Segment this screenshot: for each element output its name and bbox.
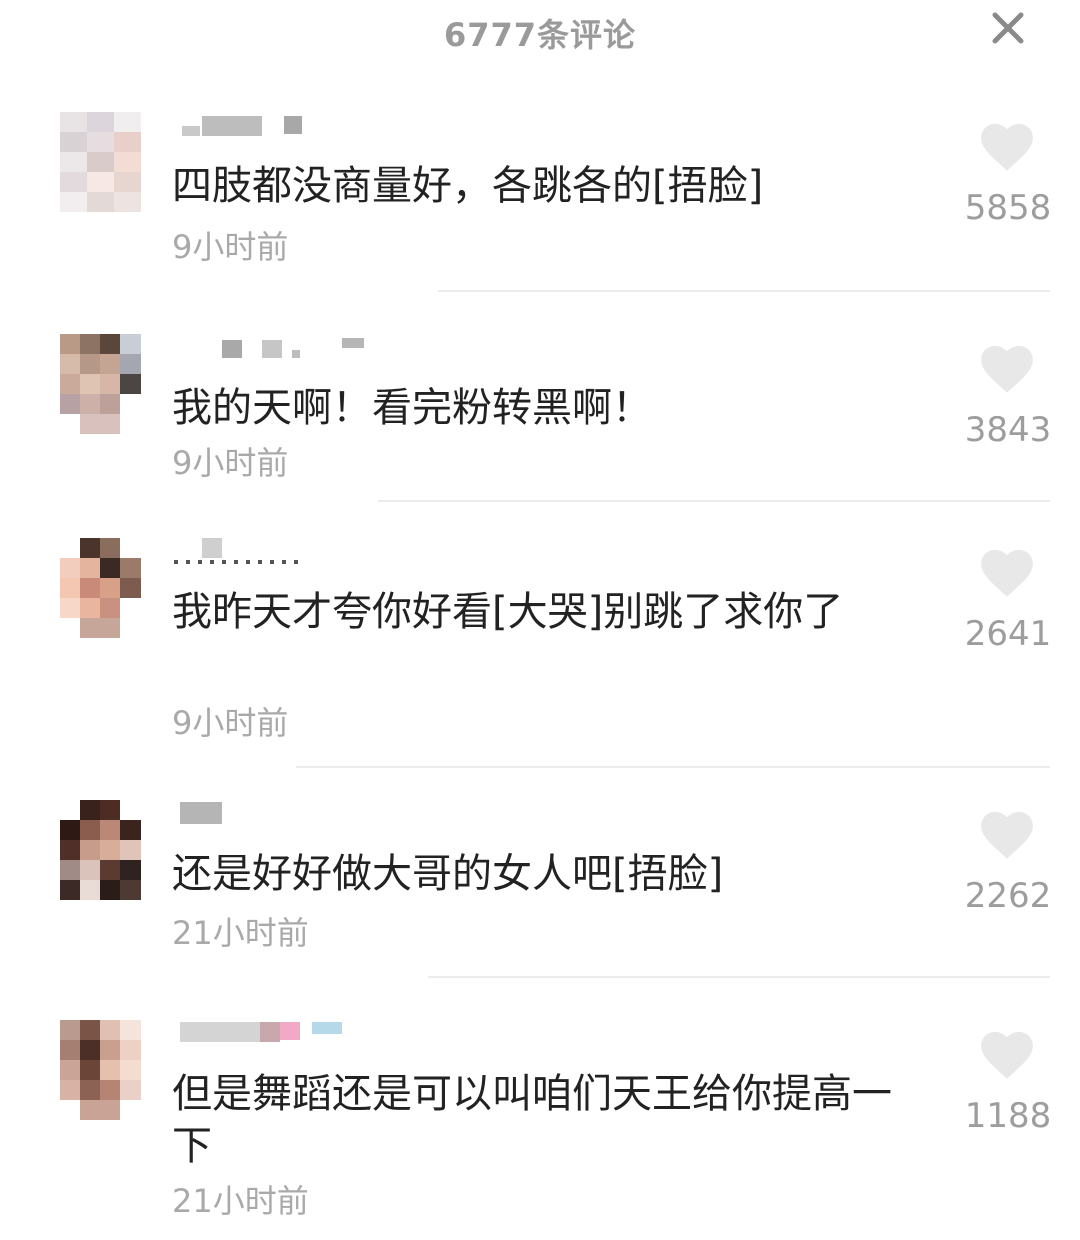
avatar[interactable] — [60, 538, 141, 638]
comment-timestamp: 21小时前 — [172, 914, 309, 952]
username-redacted[interactable] — [172, 538, 412, 566]
avatar[interactable] — [60, 334, 141, 434]
comment-text: 还是好好做大哥的女人吧[捂脸] — [172, 851, 724, 897]
heart-icon[interactable] — [980, 1030, 1034, 1080]
heart-icon[interactable] — [980, 344, 1034, 394]
heart-icon[interactable] — [980, 810, 1034, 860]
close-icon[interactable] — [988, 8, 1028, 48]
avatar[interactable] — [60, 1020, 141, 1120]
divider — [378, 500, 1050, 502]
like-count: 3843 — [964, 410, 1052, 450]
like-count: 5858 — [964, 188, 1052, 228]
like-button[interactable]: 3843 — [960, 344, 1056, 450]
like-count: 2262 — [964, 876, 1052, 916]
comment-timestamp: 21小时前 — [172, 1182, 309, 1220]
comment-text: 四肢都没商量好，各跳各的[捂脸] — [172, 163, 764, 209]
like-button[interactable]: 1188 — [960, 1030, 1056, 1136]
divider — [428, 976, 1050, 978]
comment-count-title: 6777条评论 — [443, 16, 637, 54]
like-button[interactable]: 2641 — [960, 548, 1056, 654]
username-redacted[interactable] — [172, 112, 412, 140]
comment-item: 四肢都没商量好，各跳各的[捂脸] 9小时前 5858 — [0, 112, 1080, 292]
username-redacted[interactable] — [172, 1020, 412, 1048]
comment-item: 但是舞蹈还是可以叫咱们天王给你提高一下 21小时前 1188 — [0, 1020, 1080, 1240]
heart-icon[interactable] — [980, 122, 1034, 172]
comment-text: 我的天啊！看完粉转黑啊！ — [172, 385, 652, 431]
comment-item: 我的天啊！看完粉转黑啊！ 9小时前 3843 — [0, 334, 1080, 504]
username-redacted[interactable] — [172, 800, 412, 828]
like-button[interactable]: 5858 — [960, 122, 1056, 228]
comment-timestamp: 9小时前 — [172, 704, 289, 742]
comment-text: 但是舞蹈还是可以叫咱们天王给你提高一下 — [172, 1071, 892, 1169]
comment-timestamp: 9小时前 — [172, 444, 289, 482]
username-redacted[interactable] — [172, 334, 412, 362]
like-count: 2641 — [964, 614, 1052, 654]
heart-icon[interactable] — [980, 548, 1034, 598]
comment-item: 还是好好做大哥的女人吧[捂脸] 21小时前 2262 — [0, 800, 1080, 980]
comments-header: 6777条评论 — [0, 0, 1080, 64]
comment-timestamp: 9小时前 — [172, 228, 289, 266]
divider — [296, 766, 1050, 768]
comment-item: 我昨天才夸你好看[大哭]别跳了求你了 9小时前 2641 — [0, 538, 1080, 768]
divider — [438, 290, 1050, 292]
avatar[interactable] — [60, 112, 141, 212]
avatar[interactable] — [60, 800, 141, 900]
comment-text: 我昨天才夸你好看[大哭]别跳了求你了 — [172, 589, 844, 635]
like-button[interactable]: 2262 — [960, 810, 1056, 916]
like-count: 1188 — [964, 1096, 1052, 1136]
